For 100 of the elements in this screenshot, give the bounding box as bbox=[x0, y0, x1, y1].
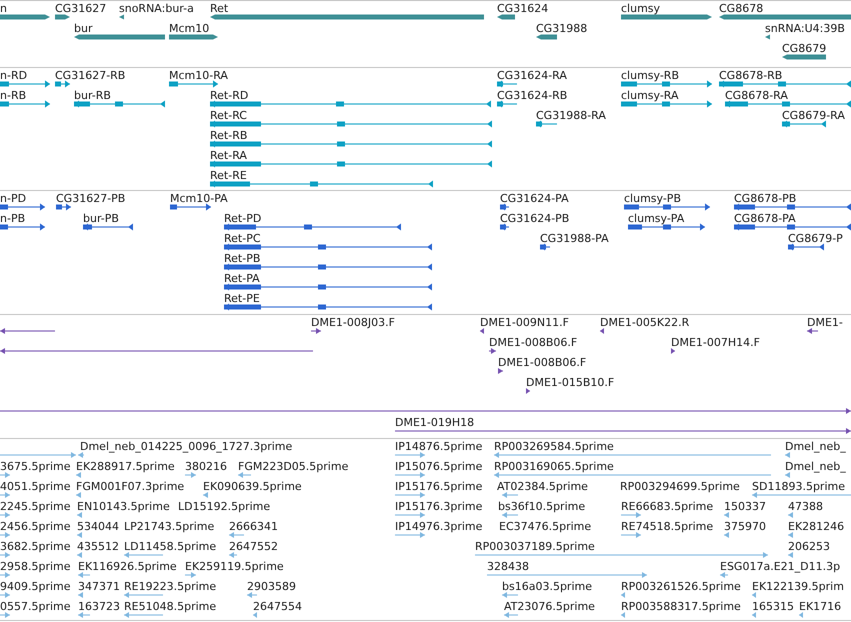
feature-label: 347371 bbox=[78, 581, 120, 593]
feature-label: clumsy-RB bbox=[621, 70, 679, 82]
feature-label: FGM223D05.5prime bbox=[238, 461, 348, 473]
feature-label: 328438 bbox=[487, 561, 529, 573]
feature-label: RP003037189.5prime bbox=[475, 541, 595, 553]
feature-label: n-PB bbox=[0, 213, 26, 225]
feature-label: 163723 bbox=[78, 601, 120, 613]
feature-label: CG8679-RA bbox=[782, 110, 845, 122]
feature-label: Ret-RC bbox=[210, 110, 247, 122]
feature-label: 2245.5prime bbox=[0, 501, 71, 513]
feature-label: Ret-RE bbox=[210, 170, 247, 182]
feature-label: Ret-PA bbox=[224, 273, 260, 285]
feature-label: CG31627 bbox=[55, 3, 106, 15]
feature-label: 4051.5prime bbox=[0, 481, 71, 493]
feature-label: DME1-005K22.R bbox=[600, 317, 690, 329]
feature-label: EK122139.5prim bbox=[752, 581, 844, 593]
feature-label: CG8679-P bbox=[788, 233, 843, 245]
feature-label: DME1-008B06.F bbox=[489, 337, 578, 349]
feature-label: clumsy-RA bbox=[621, 90, 679, 102]
feature-label: DME1-019H18 bbox=[395, 417, 474, 429]
feature-label: n-RD bbox=[0, 70, 28, 82]
feature-label: bur-RB bbox=[74, 90, 111, 102]
feature-label: CG31988 bbox=[536, 23, 588, 35]
feature-label: clumsy-PB bbox=[624, 193, 681, 205]
feature-label: EK259119.5prime bbox=[185, 561, 284, 573]
feature-label: IP15076.5prime bbox=[395, 461, 482, 473]
feature-label: CG31624-RA bbox=[497, 70, 567, 82]
feature-label: snRNA:U4:39B bbox=[765, 23, 845, 35]
feature-label: Ret-PE bbox=[224, 293, 260, 305]
feature-label: 2456.5prime bbox=[0, 521, 71, 533]
feature-label: CG8678-RA bbox=[725, 90, 788, 102]
feature-label: 2903589 bbox=[247, 581, 296, 593]
feature-label: 534044 bbox=[77, 521, 119, 533]
feature-label: Ret-PB bbox=[224, 253, 260, 265]
feature-label: Mcm10 bbox=[169, 23, 210, 35]
feature-label: CG31624-RB bbox=[497, 90, 568, 102]
feature-label: Dmel_neb_ bbox=[785, 461, 846, 473]
feature-label: CG8678 bbox=[719, 3, 764, 15]
feature-label: IP14876.5prime bbox=[395, 441, 482, 453]
feature-label: n-RB bbox=[0, 90, 26, 102]
feature-label: Dmel_neb_014225_0096_1727.3prime bbox=[80, 441, 292, 453]
feature-label: DME1-008J03.F bbox=[311, 317, 395, 329]
feature-label: EK116926.5prime bbox=[78, 561, 177, 573]
feature-label: Ret-RB bbox=[210, 130, 248, 142]
feature-label: DME1-009N11.F bbox=[480, 317, 569, 329]
feature-label: clumsy bbox=[621, 3, 660, 15]
feature-label: bs16a03.5prime bbox=[502, 581, 592, 593]
feature-label: DME1-015B10.F bbox=[526, 377, 614, 389]
feature-label: CG8678-PB bbox=[734, 193, 796, 205]
feature-label: bur bbox=[74, 23, 92, 35]
feature-label: Dmel_neb_ bbox=[785, 441, 846, 453]
feature-label: EK288917.5prime bbox=[76, 461, 175, 473]
feature-label: EK090639.5prime bbox=[203, 481, 302, 493]
feature-label: 380216 bbox=[185, 461, 227, 473]
feature-label: Ret-PD bbox=[224, 213, 262, 225]
feature-label: 2647552 bbox=[229, 541, 278, 553]
feature-label: LD15192.5prime bbox=[178, 501, 270, 513]
feature-label: Mcm10-PA bbox=[170, 193, 228, 205]
feature-label: 375970 bbox=[724, 521, 766, 533]
feature-label: EK1716 bbox=[799, 601, 842, 613]
feature-label: clumsy-PA bbox=[628, 213, 684, 225]
feature-label: n bbox=[0, 3, 7, 15]
feature-label: RE74518.5prime bbox=[621, 521, 714, 533]
feature-label: bs36f10.5prime bbox=[498, 501, 586, 513]
feature-label: RP003269584.5prime bbox=[494, 441, 614, 453]
feature-label: RP003588317.5prime bbox=[621, 601, 741, 613]
feature-label: Ret-RA bbox=[210, 150, 247, 162]
feature-label: DME1- bbox=[807, 317, 843, 329]
feature-label: IP14976.3prime bbox=[395, 521, 482, 533]
feature-label: n-PD bbox=[0, 193, 26, 205]
feature-label: snoRNA:bur-a bbox=[119, 3, 194, 15]
feature-label: RE51048.5prime bbox=[124, 601, 216, 613]
feature-label: 3675.5prime bbox=[0, 461, 71, 473]
feature-label: 47388 bbox=[788, 501, 823, 513]
feature-label: CG31627-PB bbox=[56, 193, 126, 205]
feature-label: CG8678-RB bbox=[719, 70, 782, 82]
feature-label: CG31624 bbox=[497, 3, 548, 15]
feature-label: bur-PB bbox=[83, 213, 119, 225]
feature-label: RP003169065.5prime bbox=[494, 461, 614, 473]
feature-label: Ret bbox=[210, 3, 228, 15]
feature-label: RP003261526.5prime bbox=[621, 581, 741, 593]
feature-label: Mcm10-RA bbox=[169, 70, 228, 82]
feature-label: RE19223.5prime bbox=[124, 581, 216, 593]
feature-label: 165315 bbox=[752, 601, 794, 613]
feature-label: 206253 bbox=[788, 541, 830, 553]
feature-label: CG31624-PB bbox=[500, 213, 570, 225]
feature-label: 2958.5prime bbox=[0, 561, 71, 573]
feature-label: IP15176.5prime bbox=[395, 481, 482, 493]
feature-label: 3682.5prime bbox=[0, 541, 71, 553]
feature-label: 435512 bbox=[77, 541, 119, 553]
feature-label: CG8678-PA bbox=[734, 213, 796, 225]
feature-label: CG31627-RB bbox=[55, 70, 126, 82]
feature-label: 2666341 bbox=[229, 521, 278, 533]
feature-label: ESG017a.E21_D11.3p bbox=[720, 561, 840, 573]
feature-label: CG31988-RA bbox=[536, 110, 606, 122]
feature-label: 2647554 bbox=[253, 601, 302, 613]
feature-label: AT23076.5prime bbox=[504, 601, 595, 613]
feature-label: SD11893.5prime bbox=[752, 481, 845, 493]
feature-label: LP21743.5prime bbox=[124, 521, 214, 533]
feature-label: Ret-RD bbox=[210, 90, 248, 102]
